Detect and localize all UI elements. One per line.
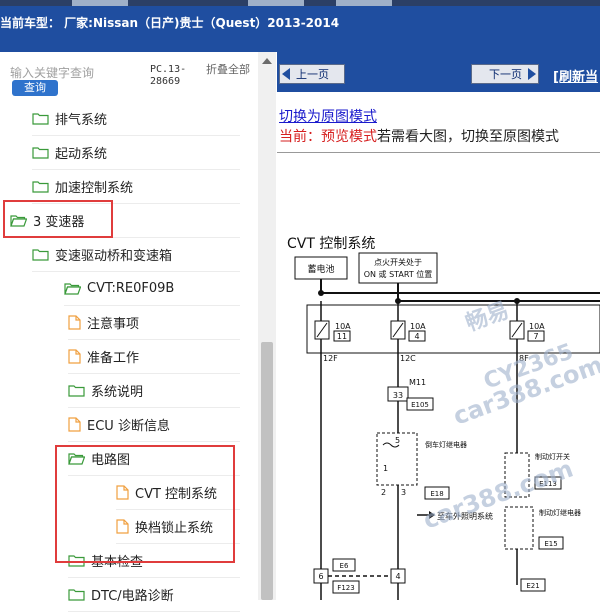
current-label: 当前： [279, 129, 321, 145]
tree-item[interactable]: 排气系统 [32, 102, 240, 136]
ignition-label-2: ON 或 START 位置 [364, 269, 433, 279]
next-page-button[interactable]: 下一页 [471, 64, 539, 84]
tree-item[interactable]: 加速控制系统 [32, 170, 240, 204]
highlight-box-transmission [3, 200, 113, 238]
tree-item-label: ECU 诊断信息 [87, 419, 170, 434]
conn-e105: E105 [411, 401, 429, 409]
content-panel: 上一页 下一页 [刷新当 切换为原图模式 当前：预览模式若需看大图，切换至原图模… [277, 52, 600, 600]
scroll-thumb[interactable] [261, 342, 273, 600]
tree-item[interactable]: 准备工作 [68, 340, 240, 374]
next-page-label: 下一页 [489, 68, 522, 81]
folder-icon [32, 180, 49, 193]
wiring-diagram: CVT 控制系统 蓄电池 点火开关处于 ON 或 START 位置 10A 11… [277, 152, 600, 600]
mode-hint: 若需看大图，切换至原图模式 [377, 129, 559, 145]
tree-item[interactable]: CVT:RE0F09B [64, 272, 240, 306]
app-header: 当前车型： 厂家:Nissan（日产)贵士（Quest）2013-2014 [0, 6, 600, 52]
pc-code: PC.13-28669 [150, 64, 187, 87]
fuse3-amp: 10A [529, 322, 545, 331]
pin-3: 3 [401, 488, 406, 497]
collapse-all-button[interactable]: 折叠全部 [206, 64, 250, 76]
page-nav-bar: 上一页 下一页 [刷新当 [277, 52, 600, 92]
conn-m11: M11 [409, 378, 426, 387]
fuse1-no: 11 [337, 332, 347, 341]
pin-2: 2 [381, 488, 386, 497]
document-icon [68, 417, 81, 432]
refresh-link[interactable]: [刷新当 [553, 66, 598, 85]
tree-item[interactable]: 变速驱动桥和变速箱 [32, 238, 240, 272]
tree-item-label: 加速控制系统 [55, 181, 134, 196]
brake-relay-label: 制动灯继电器 [539, 508, 581, 517]
document-icon [68, 315, 81, 330]
current-vehicle-title: 当前车型： 厂家:Nissan（日产)贵士（Quest）2013-2014 [0, 16, 340, 30]
folder-open-icon [64, 282, 81, 295]
tree-item-label: 起动系统 [55, 147, 108, 162]
fuse1-amp: 10A [335, 322, 351, 331]
arrow-right-icon [528, 68, 536, 80]
conn-e21: E21 [526, 582, 539, 590]
pin-1: 1 [383, 464, 388, 473]
term-12c: 12C [400, 354, 416, 363]
tree-item-label: 注意事项 [87, 317, 140, 332]
term-12f: 12F [323, 354, 338, 363]
switch-original-mode-link[interactable]: 切换为原图模式 [279, 106, 377, 126]
mode-status: 当前：预览模式若需看大图，切换至原图模式 [279, 126, 559, 146]
search-area: 查询 PC.13-28669 折叠全部 [0, 52, 258, 106]
tree-item[interactable]: 系统说明 [68, 374, 240, 408]
tree-item-label: 排气系统 [55, 113, 108, 128]
conn-f123: F123 [337, 584, 354, 592]
ignition-label-1: 点火开关处于 [374, 257, 422, 267]
fuse2-amp: 10A [410, 322, 426, 331]
tree-item[interactable]: 注意事项 [68, 306, 240, 340]
folder-icon [32, 248, 49, 261]
highlight-box-wiring [55, 445, 235, 563]
prev-page-button[interactable]: 上一页 [279, 64, 345, 84]
fuse3-no: 7 [533, 332, 538, 341]
tree-item-label: 系统说明 [91, 385, 144, 400]
tree-item-label: CVT:RE0F09B [87, 281, 175, 296]
folder-icon [68, 588, 85, 601]
folder-icon [32, 146, 49, 159]
tree-scrollbar[interactable] [258, 52, 276, 600]
tree-item[interactable]: DTC/电路诊断 [68, 578, 240, 612]
prev-page-label: 上一页 [296, 68, 329, 81]
node-4: 4 [395, 572, 400, 581]
folder-icon [32, 112, 49, 125]
folder-icon [68, 384, 85, 397]
conn-33: 33 [393, 391, 403, 400]
tree-panel: 查询 PC.13-28669 折叠全部 排气系统起动系统加速控制系统3 变速器变… [0, 52, 276, 612]
pin-5: 5 [395, 436, 400, 445]
document-icon [68, 349, 81, 364]
conn-e15: E15 [544, 540, 557, 548]
node-6: 6 [318, 572, 323, 581]
battery-label: 蓄电池 [307, 263, 334, 275]
tree-item-label: 准备工作 [87, 351, 140, 366]
fuse2-no: 4 [414, 332, 419, 341]
reverse-relay-label: 倒车灯继电器 [425, 440, 467, 449]
tree-item[interactable]: 起动系统 [32, 136, 240, 170]
tree-item-label: 变速驱动桥和变速箱 [55, 249, 173, 264]
tree-item-label: DTC/电路诊断 [91, 589, 174, 604]
search-button[interactable]: 查询 [12, 80, 58, 96]
conn-e6: E6 [340, 562, 349, 570]
preview-mode-label: 预览模式 [321, 129, 377, 145]
tree-item[interactable]: ECU 诊断信息 [68, 408, 240, 442]
wiring-diagram-svg: 蓄电池 点火开关处于 ON 或 START 位置 10A 11 10A 4 10… [294, 252, 600, 600]
scroll-up-icon[interactable] [262, 58, 272, 64]
conn-e18: E18 [430, 490, 443, 498]
arrow-left-icon [282, 68, 290, 80]
